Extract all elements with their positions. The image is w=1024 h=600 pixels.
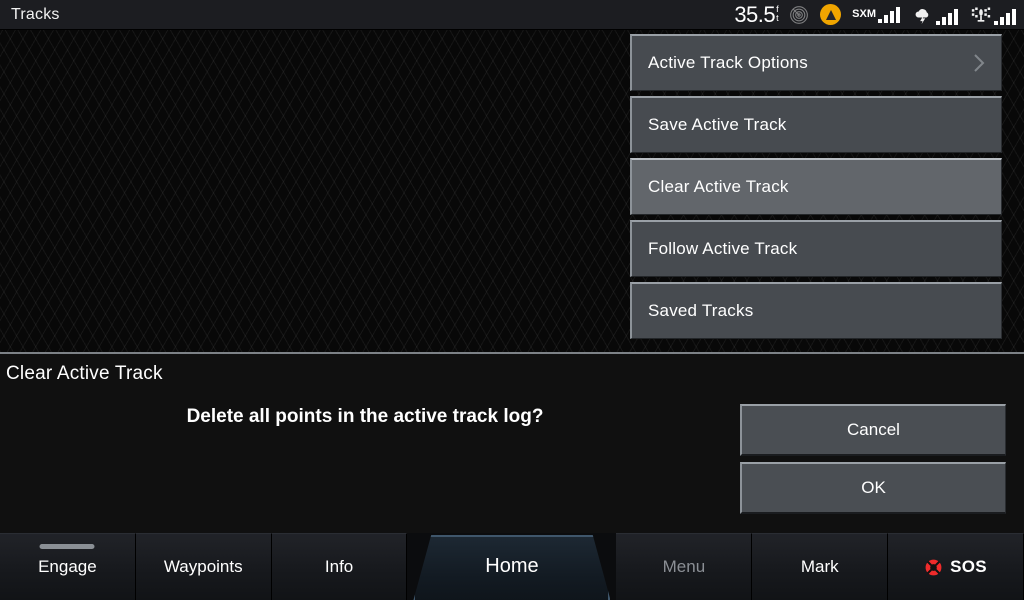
dialog-title: Clear Active Track (6, 363, 163, 384)
sxm-signal-icon: SXM (852, 6, 900, 23)
nav-tab-label: Engage (38, 557, 97, 576)
satellite-signal-bars (994, 8, 1016, 25)
dialog-message: Delete all points in the active track lo… (186, 406, 544, 427)
nav-tab-label: Waypoints (163, 557, 243, 576)
weather-status (911, 5, 958, 25)
nav-tab-label: Home (485, 555, 539, 577)
ok-button[interactable]: OK (740, 462, 1006, 514)
life-ring-icon (925, 559, 942, 575)
sxm-label: SXM (852, 8, 876, 20)
nav-tab-label: Mark (800, 557, 839, 576)
weather-signal-bars (936, 8, 958, 25)
menu-item-label: Save Active Track (648, 115, 787, 134)
satellite-signal-icon (971, 7, 991, 22)
page-title: Tracks (11, 5, 60, 23)
menu-item-save-active-track[interactable]: Save Active Track (630, 96, 1002, 153)
depth-readout: 35.5 f t (734, 1, 779, 27)
cancel-button[interactable]: Cancel (740, 404, 1006, 456)
compass-heading-icon (820, 4, 842, 25)
nav-tab-menu[interactable]: Menu (616, 533, 753, 600)
menu-item-active-track-options[interactable]: Active Track Options (630, 34, 1002, 91)
nav-tab-engage[interactable]: Engage (0, 533, 136, 600)
nav-tab-mark[interactable]: Mark (752, 533, 889, 600)
menu-item-label: Saved Tracks (648, 301, 754, 320)
nav-tab-waypoints[interactable]: Waypoints (135, 533, 272, 600)
nav-tab-sos[interactable]: SOS (888, 533, 1024, 600)
satellite-status (969, 5, 1016, 25)
clear-active-track-dialog: Clear Active Track Delete all points in … (0, 352, 1024, 533)
tracks-menu-panel: Active Track Options Save Active Track C… (630, 34, 1002, 339)
marine-chartplotter-screen: Tracks 35.5 f t SXM Active Track Options… (0, 0, 1024, 600)
radar-icon (790, 5, 809, 24)
weather-storm-icon (915, 8, 929, 24)
status-indicators: 35.5 f t SXM (734, 0, 1024, 30)
nav-tab-label: Info (324, 557, 354, 576)
menu-item-label: Clear Active Track (648, 177, 789, 196)
menu-item-label: Active Track Options (648, 53, 808, 72)
menu-item-label: Follow Active Track (648, 239, 798, 258)
nav-tab-label: Menu (662, 557, 706, 576)
dialog-button-group: Cancel OK (740, 404, 1006, 514)
depth-value: 35.5 (734, 1, 776, 27)
engage-indicator-bar (39, 544, 95, 549)
nav-tab-info[interactable]: Info (271, 533, 408, 600)
chevron-right-icon (974, 54, 985, 72)
menu-item-saved-tracks[interactable]: Saved Tracks (630, 282, 1002, 339)
nav-tab-home[interactable]: Home (407, 533, 616, 600)
menu-item-follow-active-track[interactable]: Follow Active Track (630, 220, 1002, 277)
depth-unit: f t (776, 3, 779, 23)
bottom-nav-bar: Engage Waypoints Info Home Menu Mark SOS (0, 533, 1024, 600)
menu-item-clear-active-track[interactable]: Clear Active Track (630, 158, 1002, 215)
status-bar: Tracks 35.5 f t SXM (0, 0, 1024, 30)
nav-tab-label: SOS (950, 557, 987, 576)
sxm-signal-bars (878, 6, 900, 23)
